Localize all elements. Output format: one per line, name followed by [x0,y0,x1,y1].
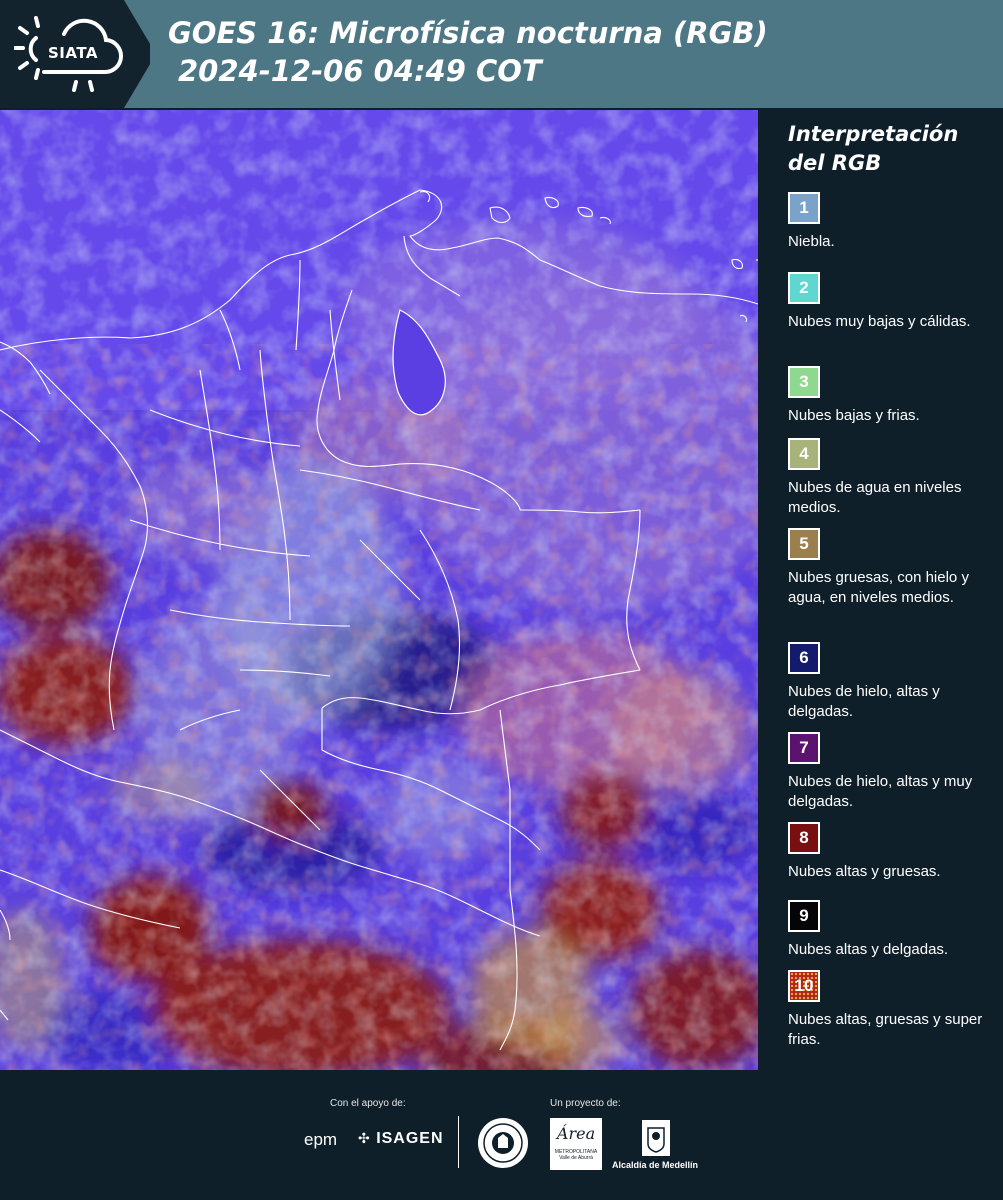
page-subtitle-datetime: 2024-12-06 04:49 COT [178,54,542,88]
legend-label: Nubes de agua en niveles medios. [788,479,962,516]
legend-number: 1 [799,198,809,217]
legend-swatch-7: 7 [788,732,820,764]
isagen-logo: ✣ ISAGEN [358,1130,444,1148]
legend-number: 10 [794,976,814,995]
legend-label: Nubes gruesas, con hielo y agua, en nive… [788,569,969,606]
legend-number: 7 [799,738,809,757]
legend-label: Nubes altas y delgadas. [788,941,949,958]
support-label: Con el apoyo de: [330,1098,406,1109]
legend-label: Nubes bajas y frias. [788,407,920,424]
legend-swatch-1: 1 [788,192,820,224]
legend-label: Nubes de hielo, altas y delgadas. [788,683,940,720]
legend-label: Niebla. [788,233,835,250]
legend-item-7: 7 Nubes de hielo, altas y muy delgadas. [788,732,988,812]
university-seal-logo [476,1116,530,1175]
coat-of-arms-icon [642,1120,670,1156]
epm-logo-text: epm [304,1130,338,1149]
legend-title: Interpretación del RGB [788,120,996,178]
area-logo-text: Área [556,1124,596,1143]
legend-item-1: 1 Niebla. [788,192,988,252]
legend-title-line2: del RGB [788,151,882,175]
alcaldia-medellin-logo [640,1118,672,1163]
legend-item-6: 6 Nubes de hielo, altas y delgadas. [788,642,988,722]
legend-title-line1: Interpretación [788,122,959,146]
legend-item-4: 4 Nubes de agua en niveles medios. [788,438,988,518]
isagen-logo-text: ISAGEN [376,1130,444,1147]
legend-swatch-4: 4 [788,438,820,470]
legend-swatch-2: 2 [788,272,820,304]
legend-item-9: 9 Nubes altas y delgadas. [788,900,988,960]
siata-logo-text: SIATA [48,44,99,62]
seal-icon [478,1118,528,1168]
legend-swatch-9: 9 [788,900,820,932]
legend-item-2: 2 Nubes muy bajas y cálidas. [788,272,988,332]
legend-swatch-10: 10 [788,970,820,1002]
legend-number: 4 [799,444,809,463]
area-logo-line2: Valle de Aburrá [559,1155,593,1161]
rgb-legend: Interpretación del RGB [776,120,996,178]
legend-item-5: 5 Nubes gruesas, con hielo y agua, en niv… [788,528,988,608]
legend-swatch-6: 6 [788,642,820,674]
legend-item-8: 8 Nubes altas y gruesas. [788,822,988,882]
legend-item-10: 10 Nubes altas, gruesas y super frias. [788,970,988,1050]
isagen-mark-icon: ✣ [358,1130,371,1146]
legend-number: 3 [799,372,809,391]
satellite-image [0,110,758,1070]
satellite-rgb-composite [0,110,758,1070]
legend-item-3: 3 Nubes bajas y frias. [788,366,988,426]
footer-divider [458,1116,459,1168]
project-label: Un proyecto de: [550,1098,621,1109]
page-title: GOES 16: Microfísica nocturna (RGB) [168,16,768,50]
legend-label: Nubes altas y gruesas. [788,863,941,880]
header: SIATA GOES 16: Microfísica nocturna (RGB… [0,0,1003,108]
legend-swatch-5: 5 [788,528,820,560]
epm-logo: epm [304,1130,337,1150]
legend-number: 6 [799,648,809,667]
footer: Con el apoyo de: Un proyecto de: epm ✣ I… [0,1070,1003,1200]
legend-label: Nubes muy bajas y cálidas. [788,313,971,330]
legend-number: 2 [799,278,809,297]
area-metropolitana-logo: Área METROPOLITANA Valle de Aburrá [550,1118,602,1170]
legend-swatch-8: 8 [788,822,820,854]
legend-number: 8 [799,828,809,847]
siata-logo: SIATA [0,0,150,108]
legend-label: Nubes altas, gruesas y super frias. [788,1011,983,1048]
legend-swatch-3: 3 [788,366,820,398]
legend-number: 9 [799,906,809,925]
legend-label: Nubes de hielo, altas y muy delgadas. [788,773,973,810]
alcaldia-medellin-text: Alcaldía de Medellín [612,1160,699,1170]
legend-number: 5 [799,534,809,553]
